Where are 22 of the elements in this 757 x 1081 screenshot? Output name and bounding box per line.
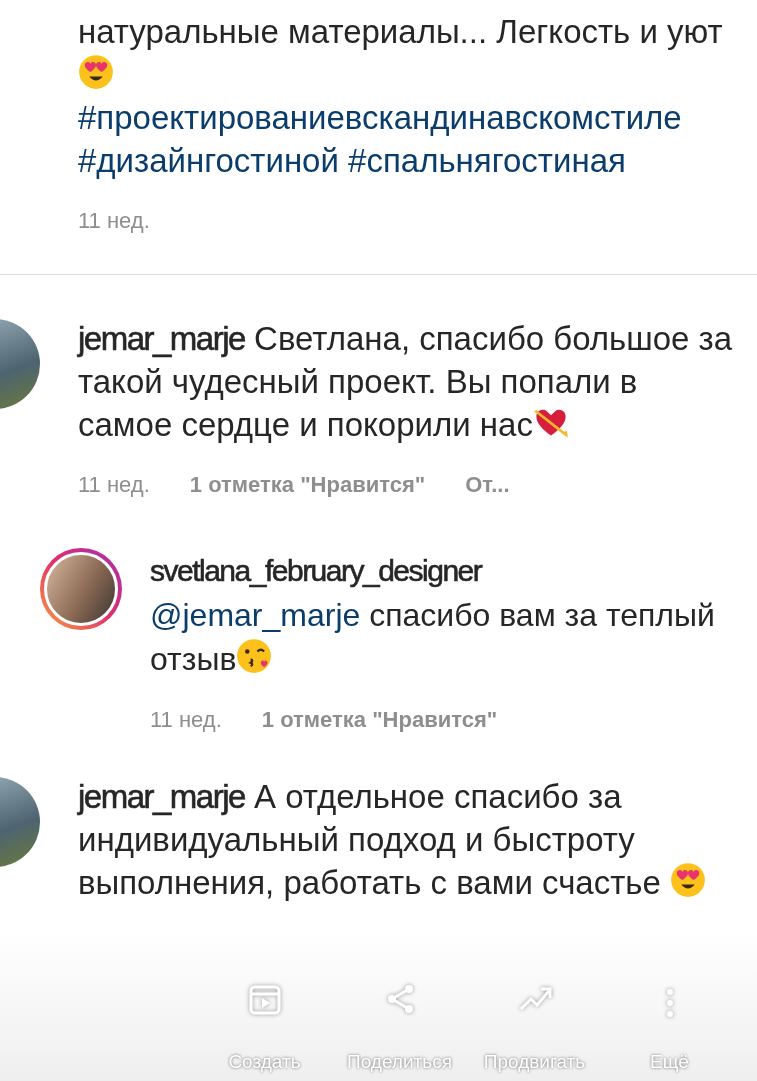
- reply-link[interactable]: От...: [465, 472, 510, 498]
- face-blowing-kiss-icon: [236, 638, 273, 674]
- more-icon: [666, 989, 673, 1017]
- time-text: 11 нед.: [78, 208, 150, 234]
- caption-text: натуральные материалы... Легкость и уют: [78, 10, 737, 96]
- hashtag-link[interactable]: #дизайнгостиной: [78, 142, 339, 179]
- action-button[interactable]: Поделиться: [332, 931, 467, 1073]
- action-button[interactable]: Продвигать: [467, 931, 602, 1073]
- hashtag-link[interactable]: #спальнягостиная: [348, 142, 626, 179]
- smiling-face-heart-eyes-icon: [78, 54, 114, 90]
- hashtag-link[interactable]: #проектированиевскандинавскомстиле: [78, 99, 682, 136]
- comment-text: jemar_marje А отдельное спасибо за индивидуальный подход и быстроту выполнения, работать с вами счастье: [78, 775, 737, 904]
- smiling-face-heart-eyes-icon: [670, 862, 706, 898]
- likes-link[interactable]: 1 отметка "Нравится": [189, 472, 426, 498]
- comment-text: svetlana_february_designer @jemar_marje спасибо вам за теплый отзыв: [150, 553, 716, 679]
- time-text: 11 нед.: [78, 472, 150, 498]
- likes-link[interactable]: 1 отметка "Нравится": [261, 707, 498, 733]
- comment-text: jemar_marje Светлана, спасибо большое за такой чудесный проект. Вы попали в самое сердце и покорили нас: [78, 319, 734, 445]
- mention-link[interactable]: @jemar_marje: [150, 597, 361, 633]
- time-text: 11 нед.: [150, 707, 222, 733]
- action-button[interactable]: Создать: [197, 931, 332, 1073]
- action-button[interactable]: Ещё: [602, 931, 737, 1073]
